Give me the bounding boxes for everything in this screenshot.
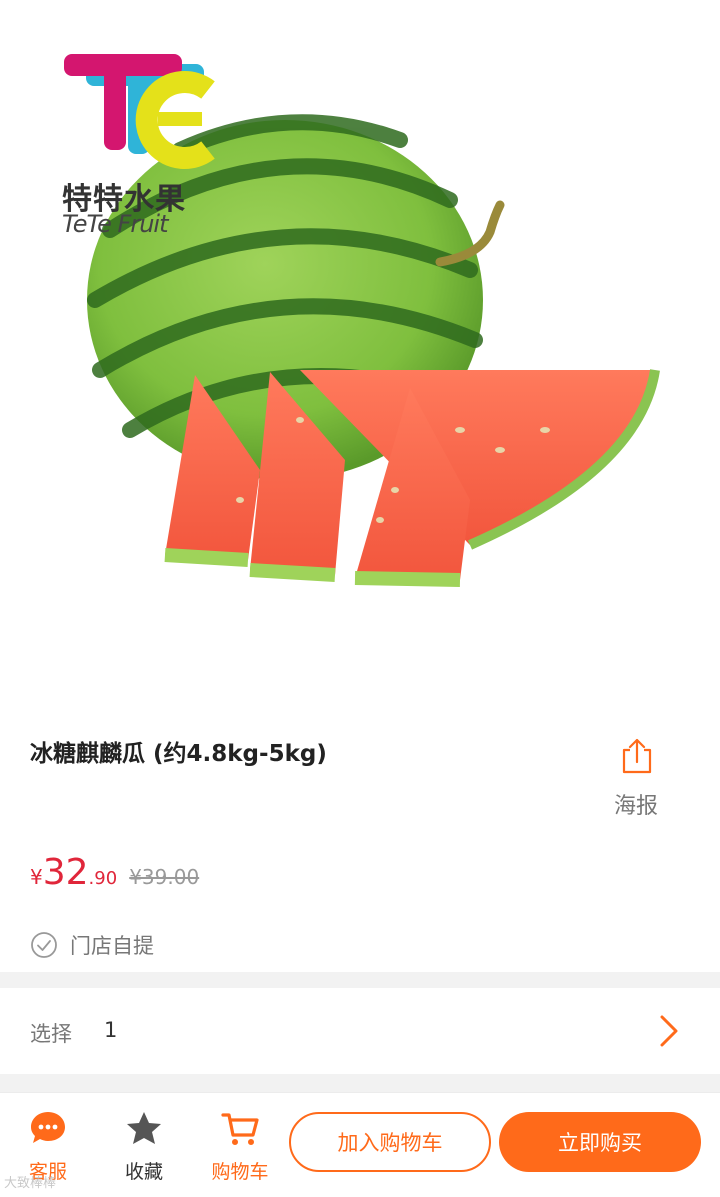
section-divider [0,972,720,988]
pickup-option: 门店自提 [30,928,154,962]
tc-logo-mark [64,54,215,169]
poster-label: 海报 [613,794,658,819]
watermark: 大致棒棒 [4,1176,57,1191]
product-title: 冰糖麒麟瓜 (约4.8kg-5kg) [30,741,327,767]
favorite-label: 收藏 [124,1161,163,1183]
bottom-action-bar: 客服 收藏 购物车 加入购物车 立即购买 [0,1092,720,1197]
favorite-button[interactable]: 收藏 [104,1107,184,1187]
chat-bubble-icon [31,1112,65,1143]
price-integer: 32 [42,852,89,893]
brand-logo: 特特水果 TeTe Fruit [58,50,218,240]
original-price: ¥39.00 [129,865,200,889]
select-label: 选择 [30,1022,72,1046]
check-circle-icon [31,932,57,958]
shopping-cart-icon [221,1113,259,1145]
add-to-cart-button[interactable]: 加入购物车 [289,1112,491,1172]
select-value: 1 [104,1018,118,1042]
product-image[interactable]: 特特水果 TeTe Fruit [0,0,720,700]
cart-label: 购物车 [211,1161,269,1183]
star-icon [127,1112,161,1144]
spec-select-row[interactable]: 选择 1 [0,988,720,1074]
section-divider [0,1074,720,1092]
poster-button[interactable]: 海报 [606,738,666,819]
price-row: ¥32.90 ¥39.00 [30,852,199,902]
buy-now-button[interactable]: 立即购买 [499,1112,701,1172]
chevron-right-icon [660,1015,678,1047]
currency-symbol: ¥ [30,865,43,889]
pickup-label: 门店自提 [70,934,154,958]
price-decimal: .90 [88,868,118,889]
product-header: 冰糖麒麟瓜 (约4.8kg-5kg) 海报 [30,728,690,848]
brand-name-en: TeTe Fruit [62,210,169,238]
share-icon [622,738,652,774]
cart-button[interactable]: 购物车 [200,1107,280,1187]
